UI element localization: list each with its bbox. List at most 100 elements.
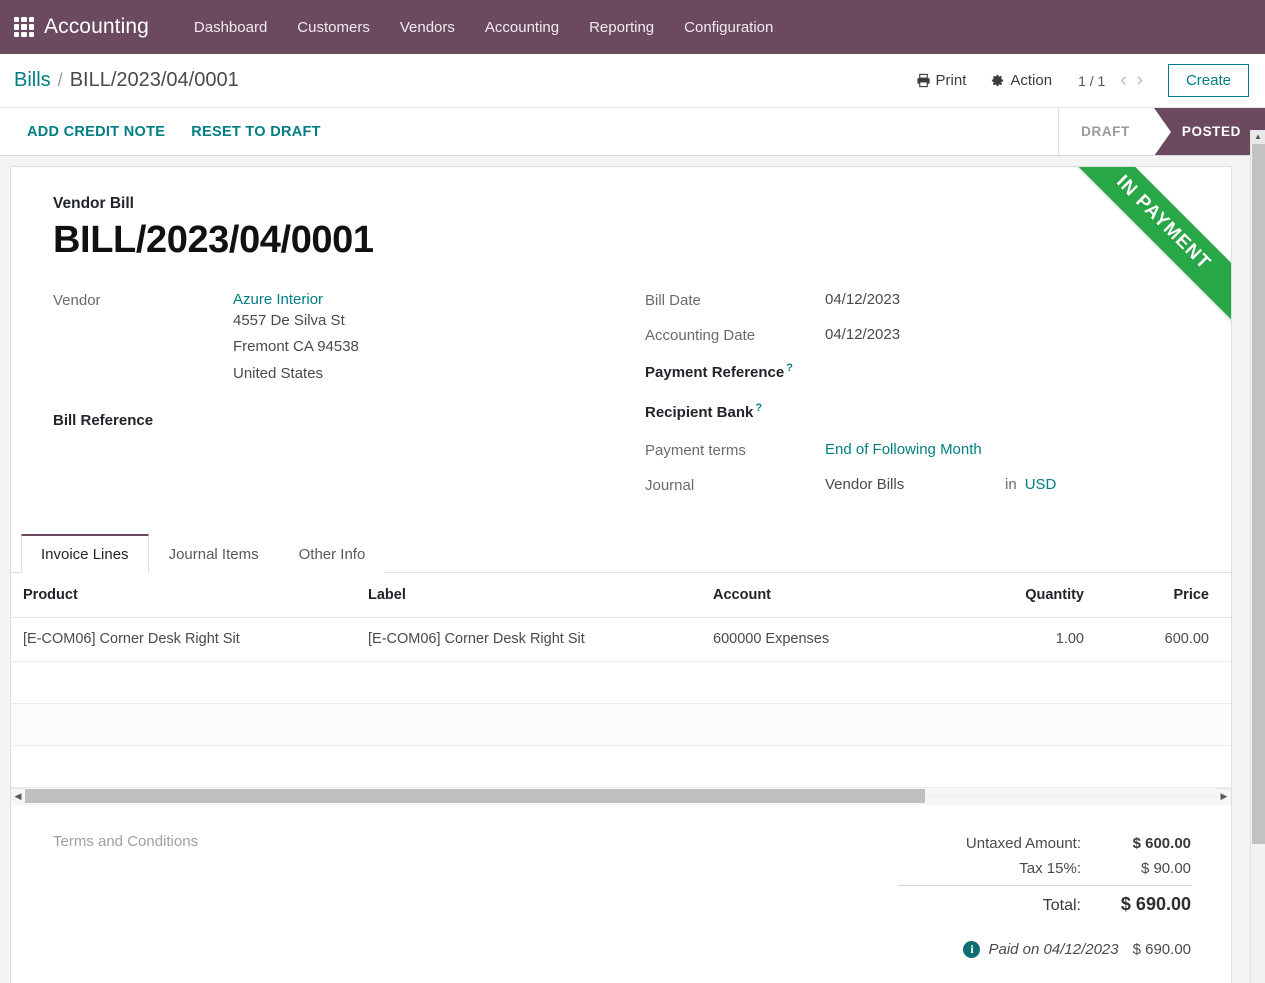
help-icon-payment-reference[interactable]: ? bbox=[786, 362, 793, 374]
sheet-footer: Terms and Conditions Untaxed Amount: $ 6… bbox=[11, 805, 1231, 958]
vendor-address-city: Fremont CA 94538 bbox=[233, 338, 359, 356]
top-navbar: Accounting Dashboard Customers Vendors A… bbox=[0, 0, 1265, 54]
cell-quantity[interactable]: 1.00 bbox=[966, 617, 1096, 662]
paid-on-text[interactable]: Paid on 04/12/2023 bbox=[988, 941, 1118, 958]
accounting-date-value[interactable]: 04/12/2023 bbox=[825, 326, 900, 343]
control-panel-bottom: ADD CREDIT NOTE RESET TO DRAFT DRAFT POS… bbox=[0, 108, 1265, 156]
column-header-product[interactable]: Product bbox=[11, 572, 356, 618]
payment-terms-value[interactable]: End of Following Month bbox=[825, 441, 982, 458]
vendor-address-street: 4557 De Silva St bbox=[233, 311, 345, 329]
status-bar: DRAFT POSTED bbox=[1058, 108, 1265, 156]
navbar-menu: Dashboard Customers Vendors Accounting R… bbox=[179, 13, 788, 42]
tab-journal-items[interactable]: Journal Items bbox=[148, 533, 279, 573]
app-brand-title[interactable]: Accounting bbox=[44, 15, 149, 39]
bill-date-field-row: Bill Date 04/12/2023 bbox=[645, 291, 1191, 313]
payment-terms-field-row: Payment terms End of Following Month bbox=[645, 441, 1191, 463]
apps-grid-icon[interactable] bbox=[14, 17, 34, 37]
accounting-date-field-row: Accounting Date 04/12/2023 bbox=[645, 326, 1191, 348]
field-groups: Vendor Azure Interior 4557 De Silva St F… bbox=[53, 291, 1191, 511]
breadcrumb-current: BILL/2023/04/0001 bbox=[69, 69, 239, 91]
tab-other-info[interactable]: Other Info bbox=[278, 533, 386, 573]
untaxed-amount-label: Untaxed Amount: bbox=[965, 834, 1081, 852]
menu-item-accounting[interactable]: Accounting bbox=[470, 13, 574, 42]
menu-item-reporting[interactable]: Reporting bbox=[574, 13, 669, 42]
content-area: IN PAYMENT Vendor Bill BILL/2023/04/0001… bbox=[0, 156, 1265, 983]
table-row-empty[interactable] bbox=[11, 745, 1231, 788]
table-row-empty[interactable] bbox=[11, 703, 1231, 746]
menu-item-customers[interactable]: Customers bbox=[282, 13, 385, 42]
action-button[interactable]: Action bbox=[978, 68, 1064, 93]
vertical-scrollbar-thumb[interactable] bbox=[1252, 144, 1265, 844]
cell-account[interactable]: 600000 Expenses bbox=[701, 617, 966, 662]
column-header-quantity[interactable]: Quantity bbox=[966, 572, 1096, 618]
journal-field-row: Journal Vendor Bills in USD bbox=[645, 476, 1191, 498]
untaxed-amount-row: Untaxed Amount: $ 600.00 bbox=[898, 831, 1191, 856]
column-header-price[interactable]: Price bbox=[1096, 572, 1221, 618]
create-button[interactable]: Create bbox=[1167, 64, 1249, 97]
recipient-bank-field-row: Recipient Bank? bbox=[645, 401, 1191, 423]
record-action-buttons: ADD CREDIT NOTE RESET TO DRAFT bbox=[0, 108, 334, 155]
horizontal-scrollbar-track[interactable] bbox=[25, 788, 1217, 806]
accounting-date-label: Accounting Date bbox=[645, 326, 756, 344]
sheet-inner: Vendor Bill BILL/2023/04/0001 Vendor Azu… bbox=[11, 167, 1231, 511]
page-title: BILL/2023/04/0001 bbox=[53, 219, 374, 261]
reset-to-draft-button[interactable]: RESET TO DRAFT bbox=[178, 117, 334, 147]
print-button[interactable]: Print bbox=[904, 68, 979, 93]
horizontal-scrollbar[interactable]: ◀ ▶ bbox=[11, 787, 1231, 806]
bill-date-label: Bill Date bbox=[645, 291, 701, 309]
tab-invoice-lines[interactable]: Invoice Lines bbox=[21, 533, 149, 573]
table-row-empty[interactable] bbox=[11, 661, 1231, 704]
cell-label[interactable]: [E-COM06] Corner Desk Right Sit bbox=[356, 617, 701, 662]
journal-value[interactable]: Vendor Bills bbox=[825, 476, 1005, 493]
breadcrumb-bills-link[interactable]: Bills bbox=[14, 69, 51, 92]
untaxed-amount-value: $ 600.00 bbox=[1132, 834, 1191, 852]
control-panel-top: Bills / BILL/2023/04/0001 Print Action 1… bbox=[0, 54, 1265, 108]
total-row: Total: $ 690.00 bbox=[898, 884, 1191, 919]
status-draft[interactable]: DRAFT bbox=[1059, 108, 1171, 156]
chevron-left-icon[interactable]: ‹ bbox=[1115, 71, 1131, 90]
payment-status-row: i Paid on 04/12/2023 $ 690.00 bbox=[898, 940, 1191, 958]
column-header-account[interactable]: Account bbox=[701, 572, 966, 618]
horizontal-scrollbar-thumb[interactable] bbox=[25, 789, 925, 804]
notebook-tabs: Invoice Lines Journal Items Other Info bbox=[11, 533, 1231, 573]
add-credit-note-button[interactable]: ADD CREDIT NOTE bbox=[14, 117, 178, 147]
record-pager: 1 / 1 ‹ › bbox=[1078, 71, 1148, 90]
tax-value: $ 90.00 bbox=[1140, 859, 1191, 877]
info-circle-icon[interactable]: i bbox=[963, 940, 981, 958]
vendor-name-link[interactable]: Azure Interior bbox=[233, 291, 359, 308]
tax-row: Tax 15%: $ 90.00 bbox=[898, 856, 1191, 881]
cell-taxes[interactable]: Purchase Tax 15% bbox=[1221, 617, 1231, 662]
menu-item-configuration[interactable]: Configuration bbox=[669, 13, 788, 42]
control-panel-actions: Print Action 1 / 1 ‹ › Create bbox=[904, 64, 1249, 97]
column-header-label[interactable]: Label bbox=[356, 572, 701, 618]
journal-label: Journal bbox=[645, 476, 695, 494]
breadcrumb: Bills / BILL/2023/04/0001 bbox=[14, 69, 239, 92]
help-icon-recipient-bank[interactable]: ? bbox=[755, 402, 762, 414]
currency-link[interactable]: USD bbox=[1025, 476, 1057, 493]
bill-date-value[interactable]: 04/12/2023 bbox=[825, 291, 900, 308]
chevron-right-icon[interactable]: › bbox=[1132, 71, 1148, 90]
menu-item-vendors[interactable]: Vendors bbox=[385, 13, 470, 42]
left-field-column: Vendor Azure Interior 4557 De Silva St F… bbox=[53, 291, 645, 511]
arrow-up-icon[interactable]: ▲ bbox=[1251, 130, 1265, 144]
tax-label: Tax 15%: bbox=[1019, 859, 1081, 877]
column-header-taxes[interactable]: Taxes bbox=[1221, 572, 1231, 618]
cell-price[interactable]: 600.00 bbox=[1096, 617, 1221, 662]
invoice-lines-table: Product Label Account Quantity Price Tax… bbox=[11, 572, 1231, 788]
vendor-field-row: Vendor Azure Interior 4557 De Silva St F… bbox=[53, 291, 645, 388]
terms-and-conditions-input[interactable]: Terms and Conditions bbox=[53, 831, 898, 958]
payment-reference-field-row: Payment Reference? bbox=[645, 361, 1191, 383]
breadcrumb-separator: / bbox=[57, 70, 63, 90]
cell-product[interactable]: [E-COM06] Corner Desk Right Sit bbox=[11, 617, 356, 662]
menu-item-dashboard[interactable]: Dashboard bbox=[179, 13, 282, 42]
vendor-label: Vendor bbox=[53, 291, 101, 309]
table-body: [E-COM06] Corner Desk Right Sit [E-COM06… bbox=[11, 617, 1231, 788]
table-row[interactable]: [E-COM06] Corner Desk Right Sit [E-COM06… bbox=[11, 617, 1231, 662]
arrow-right-icon[interactable]: ▶ bbox=[1217, 791, 1231, 802]
vertical-scrollbar[interactable]: ▲ bbox=[1250, 130, 1265, 983]
arrow-left-icon[interactable]: ◀ bbox=[11, 791, 25, 802]
payment-terms-label: Payment terms bbox=[645, 441, 746, 459]
invoice-lines-scroll: Product Label Account Quantity Price Tax… bbox=[11, 572, 1231, 788]
table-header-row: Product Label Account Quantity Price Tax… bbox=[11, 572, 1231, 618]
recipient-bank-label: Recipient Bank? bbox=[645, 401, 825, 421]
